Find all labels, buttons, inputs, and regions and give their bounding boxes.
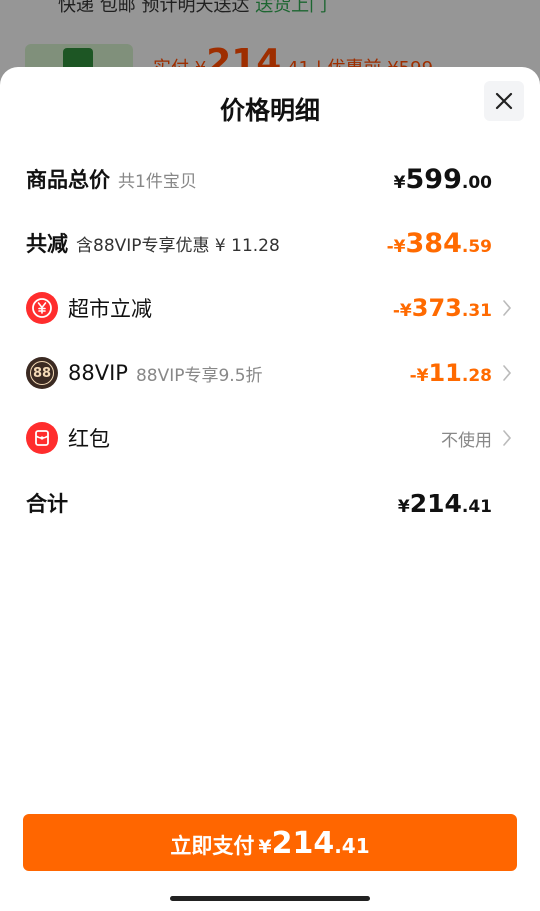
yen-circle-icon [26,292,58,324]
total-price-label: 商品总价 [26,168,110,192]
discount-note: 含88VIP专享优惠 ¥ 11.28 [76,235,280,256]
chevron-right-icon [503,430,512,446]
red-packet-icon [26,422,58,454]
market-discount-label: 超市立减 [68,297,152,321]
discount-label: 共减 [26,232,68,256]
shipping-highlight: 送货上门 [255,0,328,16]
currency-symbol: ¥ [393,172,406,193]
item-count: 共1件宝贝 [118,171,197,192]
vip-88-icon: 88 [26,357,58,389]
shipping-text: 快递 包邮 预计明天送达 [58,0,250,16]
amount-int: 11 [428,359,462,387]
row-total-discount: 共减 含88VIP专享优惠 ¥ 11.28 -¥ 384.59 [26,223,492,263]
pay-now-button[interactable]: 立即支付 ¥214.41 [23,814,517,871]
amount-dec: .31 [461,301,492,321]
row-sum: 合计 ¥214.41 [26,483,492,523]
sum-value: ¥214.41 [398,489,492,518]
row-market-discount[interactable]: 超市立减 -¥ 373.31 [26,288,512,328]
currency-symbol: -¥ [409,366,429,386]
chevron-right-icon [503,300,512,316]
vip-discount-value: -¥ 11.28 [410,359,492,387]
amount-int: 214 [271,826,335,861]
red-packet-label: 红包 [68,427,110,451]
total-price-value: ¥599.00 [394,164,492,195]
amount-dec: .59 [461,236,492,257]
amount-dec: .28 [461,366,492,386]
amount-int: 214 [409,488,462,518]
amount-dec: .41 [461,496,492,517]
sum-label: 合计 [26,492,68,516]
sheet-title: 价格明细 [219,96,320,125]
shipping-info: 快递 包邮 预计明天送达 送货上门 [58,0,327,17]
row-total-price: 商品总价 共1件宝贝 ¥599.00 [26,159,492,199]
amount-int: 384 [405,227,462,259]
chevron-right-icon [503,365,512,381]
market-discount-value: -¥ 373.31 [393,294,492,322]
vip-label: 88VIP [68,361,128,385]
red-packet-value: 不使用 [441,430,492,451]
currency-symbol: -¥ [392,301,412,321]
close-icon [495,92,513,110]
currency-symbol: -¥ [386,236,406,257]
amount-int: 599 [405,163,462,195]
amount-dec: .41 [334,834,370,858]
currency-symbol: ¥ [397,496,410,517]
currency-symbol: ¥ [258,836,272,858]
amount-dec: .00 [461,172,492,193]
vip-note: 88VIP专享9.5折 [135,365,263,386]
amount-int: 373 [411,294,462,322]
close-button[interactable] [484,81,524,121]
discount-value: -¥ 384.59 [387,228,492,259]
home-indicator[interactable] [170,896,370,901]
vip-icon-text: 88 [30,361,54,385]
price-detail-sheet: 价格明细 商品总价 共1件宝贝 ¥599.00 共减 含88VIP专享优惠 ¥ … [0,67,540,911]
row-88vip[interactable]: 88 88VIP 88VIP专享9.5折 -¥ 11.28 [26,353,512,393]
pay-button-label: 立即支付 [170,834,255,858]
row-red-packet[interactable]: 红包 不使用 [26,418,512,458]
